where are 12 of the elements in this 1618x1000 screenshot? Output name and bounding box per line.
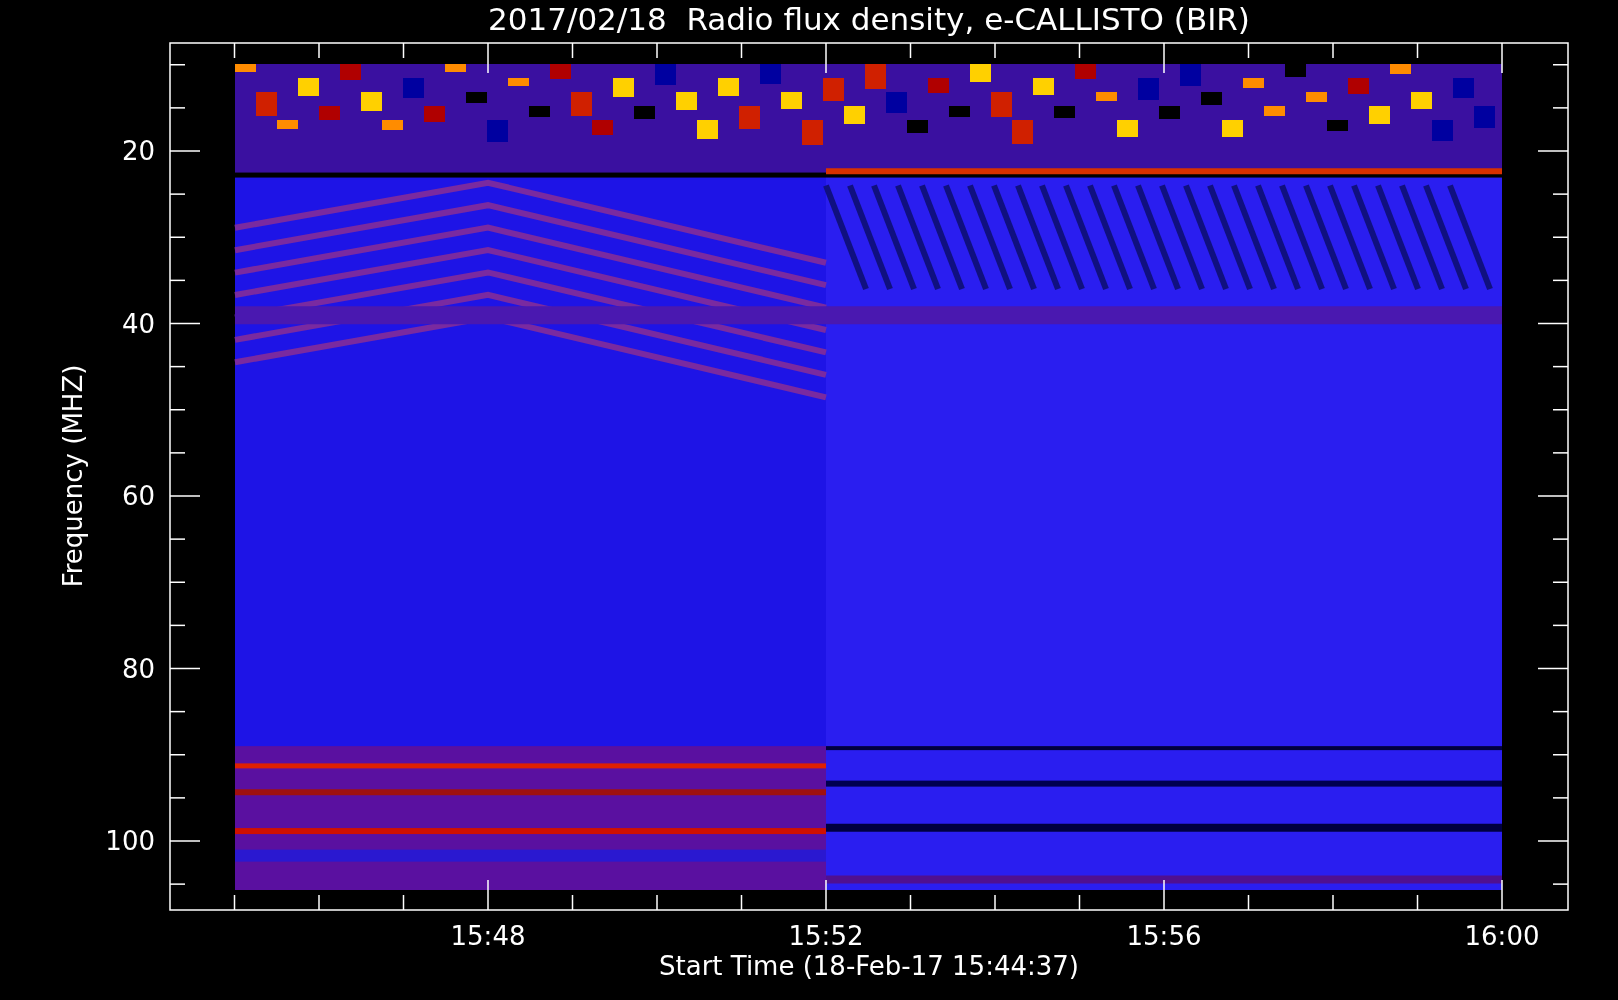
y-tick-label: 60 xyxy=(121,481,155,511)
y-tick-label: 20 xyxy=(121,136,155,166)
x-tick-label: 16:00 xyxy=(1464,921,1540,951)
y-tick-label: 100 xyxy=(105,826,155,856)
x-tick-label: 15:52 xyxy=(788,921,864,951)
x-tick-label: 15:48 xyxy=(450,921,526,951)
y-tick-label: 80 xyxy=(121,653,155,684)
chart-title: 2017/02/18 Radio flux density, e-CALLISTO (BIR) xyxy=(488,1,1250,37)
y-axis-label: Frequency (MHZ) xyxy=(58,364,88,588)
x-tick-label: 15:56 xyxy=(1126,921,1202,951)
x-axis-label: Start Time (18-Feb-17 15:44:37) xyxy=(659,951,1079,981)
y-tick-label: 40 xyxy=(121,308,155,339)
